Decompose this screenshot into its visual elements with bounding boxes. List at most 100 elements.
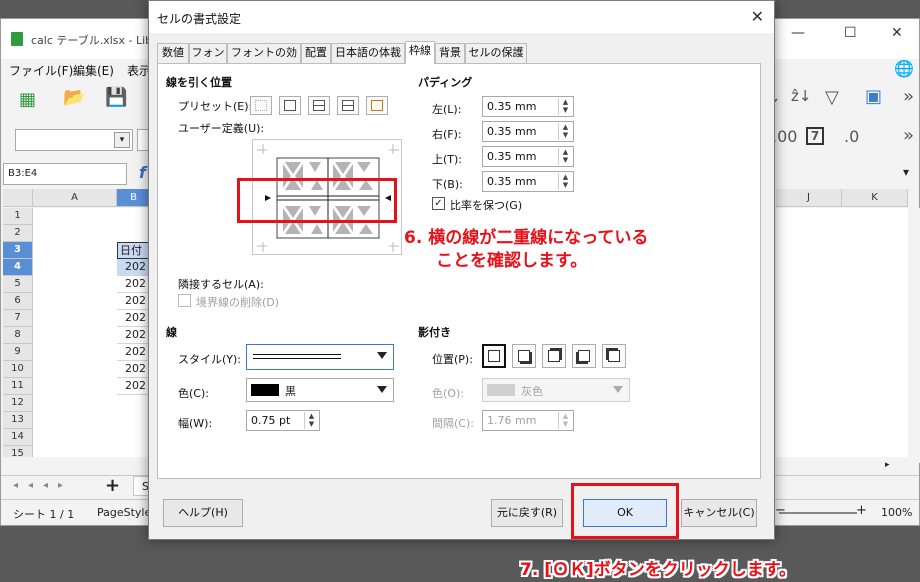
padding-top-input[interactable]: 0.35 mm ▲ ▼ [482, 146, 574, 167]
spin-arrows-icon[interactable]: ▲ ▼ [558, 148, 572, 165]
row-header[interactable]: 13 [3, 412, 33, 429]
cell-b9[interactable]: 202 [117, 344, 151, 361]
save-icon[interactable]: 💾 [105, 87, 127, 108]
menu-edit[interactable]: 編集(E) [73, 62, 114, 79]
line-title: 線 [166, 326, 177, 339]
font-name-combo[interactable]: ▾ [15, 129, 133, 151]
tab-font[interactable]: フォント [189, 43, 227, 77]
shadow-bottom-left-button[interactable] [572, 344, 596, 368]
formula-input-right[interactable]: ▾ [776, 163, 916, 185]
padding-bottom-input[interactable]: 0.35 mm ▲ ▼ [482, 171, 574, 192]
vertical-scrollbar[interactable] [908, 208, 920, 463]
close-icon[interactable]: ✕ [751, 7, 764, 26]
corner-header[interactable] [3, 189, 33, 207]
row-header[interactable]: 12 [3, 395, 33, 412]
tab-background[interactable]: 背景 [435, 43, 465, 63]
spin-arrows-icon[interactable]: ▲ ▼ [558, 412, 572, 429]
globe-icon[interactable]: 🌐 [894, 59, 914, 78]
function-wizard-icon[interactable]: f [139, 163, 146, 182]
shadow-none-button[interactable] [482, 344, 506, 368]
line-color-select[interactable]: 黒 [246, 378, 394, 402]
tab-cell-protection[interactable]: セルの保護 [465, 43, 527, 63]
cell-b3[interactable]: 日付 [117, 242, 151, 259]
reset-button[interactable]: 元に戻す(R) [491, 499, 563, 527]
row-header[interactable]: 2 [3, 225, 33, 242]
tab-borders[interactable]: 枠線 [405, 41, 435, 64]
new-spreadsheet-icon[interactable]: ▦ [19, 89, 36, 110]
sheet-nav-icons[interactable]: ◂◂◂▸ [13, 480, 73, 491]
cell-b6[interactable]: 202 [117, 293, 151, 310]
insert-image-icon[interactable]: ▣ [865, 86, 882, 107]
open-folder-icon[interactable]: 📂 [63, 87, 85, 108]
column-header-a[interactable]: A [33, 189, 117, 207]
tab-font-effects[interactable]: フォントの効果 [227, 43, 301, 77]
row-header[interactable]: 10 [3, 361, 33, 378]
row-header[interactable]: 5 [3, 276, 33, 293]
autofilter-icon[interactable]: ▽ [825, 87, 839, 108]
row-header[interactable]: 11 [3, 378, 33, 395]
row-header[interactable]: 7 [3, 310, 33, 327]
padding-left-input[interactable]: 0.35 mm ▲ ▼ [482, 96, 574, 117]
cell-b4[interactable]: 202 [117, 259, 151, 276]
line-width-input[interactable]: 0.75 pt ▲ ▼ [246, 410, 320, 431]
shadow-none-icon [488, 350, 500, 362]
maximize-icon[interactable]: ☐ [844, 25, 857, 41]
cell-b11[interactable]: 202 [117, 378, 151, 395]
row-header[interactable]: 6 [3, 293, 33, 310]
cancel-button[interactable]: キャンセル(C) [681, 499, 757, 527]
tab-number[interactable]: 数値 [157, 43, 189, 63]
cell-b8[interactable]: 202 [117, 327, 151, 344]
shadow-top-left-button[interactable] [602, 344, 626, 368]
scroll-right-icon[interactable]: ▸ [885, 460, 890, 470]
close-icon[interactable]: ✕ [891, 25, 903, 41]
spin-arrows-icon[interactable]: ▲ ▼ [558, 123, 572, 140]
remove-border-checkbox[interactable] [178, 294, 191, 307]
synchronize-checkbox[interactable]: ✓ [432, 197, 445, 210]
shadow-color-select[interactable]: 灰色 [482, 378, 630, 402]
preset-outer-button[interactable] [279, 96, 301, 115]
padding-left-label: 左(L): [432, 103, 462, 116]
zoom-slider[interactable] [779, 512, 857, 514]
number-format-icon[interactable]: 7 [806, 127, 824, 145]
zoom-in-icon[interactable]: + [856, 503, 867, 518]
minimize-icon[interactable]: — [791, 25, 805, 41]
add-sheet-icon[interactable]: + [105, 475, 120, 496]
preset-none-button[interactable] [250, 96, 272, 115]
sort-za-icon[interactable]: ẑ↓ [791, 87, 811, 105]
spin-arrows-icon[interactable]: ▲ ▼ [558, 173, 572, 190]
preset-outer-horizontal-button[interactable] [308, 96, 330, 115]
more-tools-icon[interactable]: » [903, 86, 914, 107]
shadow-distance-input[interactable]: 1.76 mm ▲ ▼ [482, 410, 574, 431]
spin-arrows-icon[interactable]: ▲ ▼ [304, 412, 318, 429]
tab-alignment[interactable]: 配置 [301, 43, 331, 63]
help-button[interactable]: ヘルプ(H) [163, 499, 243, 527]
cell-b7[interactable]: 202 [117, 310, 151, 327]
line-style-select[interactable] [246, 344, 394, 370]
row-header[interactable]: 1 [3, 208, 33, 225]
row-header[interactable]: 8 [3, 327, 33, 344]
padding-right-value: 0.35 mm [487, 125, 537, 138]
row-header[interactable]: 14 [3, 429, 33, 446]
decimal-icon[interactable]: .00 [772, 127, 797, 146]
menu-file[interactable]: ファイル(F) [9, 62, 73, 79]
tab-asian-typography[interactable]: 日本語の体裁 [331, 43, 405, 63]
add-decimal-icon[interactable]: .0 [844, 127, 859, 146]
cell-b5[interactable]: 202 [117, 276, 151, 293]
spin-arrows-icon[interactable]: ▲ ▼ [558, 98, 572, 115]
cell-area-right[interactable] [776, 208, 908, 463]
shadow-bottom-right-button[interactable] [512, 344, 536, 368]
row-header[interactable]: 9 [3, 344, 33, 361]
column-header-k[interactable]: K [842, 189, 908, 207]
row-header[interactable]: 4 [3, 259, 33, 276]
column-header-b[interactable]: B [117, 189, 151, 207]
zoom-out-icon[interactable]: − [775, 503, 786, 518]
row-header[interactable]: 3 [3, 242, 33, 259]
name-box[interactable]: B3:E4 [3, 163, 127, 185]
shadow-top-right-button[interactable] [542, 344, 566, 368]
cell-b10[interactable]: 202 [117, 361, 151, 378]
preset-outer-keep-inner-button[interactable] [366, 96, 388, 115]
padding-right-input[interactable]: 0.35 mm ▲ ▼ [482, 121, 574, 142]
preset-all-button[interactable] [337, 96, 359, 115]
column-header-j[interactable]: J [776, 189, 842, 207]
more-format-icon[interactable]: » [903, 125, 914, 146]
